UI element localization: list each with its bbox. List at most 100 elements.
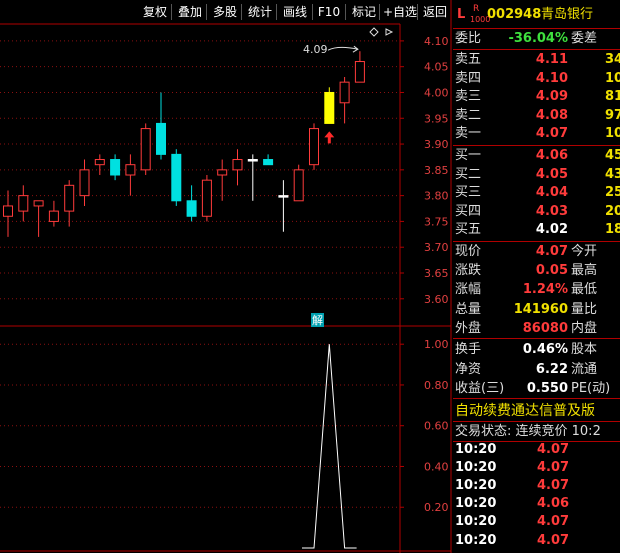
toolbar-btn-3[interactable]: 统计 [244, 2, 276, 22]
row-volume: 25 [605, 185, 620, 201]
order-diff-label: 委差 [571, 31, 598, 46]
candle-body [125, 164, 136, 176]
row-price: 4.05 [535, 166, 568, 182]
tick-row: 10:20 4.07 [453, 532, 620, 550]
row-value: 86080 [522, 320, 568, 336]
tick-price: 4.07 [537, 514, 570, 530]
candle-body [33, 200, 44, 207]
book-row: 买一 4.06 45 [453, 147, 620, 165]
book-row: 卖一 4.07 10 [453, 125, 620, 143]
row-label: 卖四 [455, 70, 482, 86]
tick-row: 10:20 4.07 [453, 441, 620, 459]
book-row: 卖四 4.10 102 [453, 70, 620, 88]
candle-body [293, 169, 304, 202]
row-price: 4.03 [535, 203, 568, 219]
row-label: 净资 [455, 361, 482, 377]
ind-axis-label: 0.80 [424, 379, 449, 392]
flag-l: L [457, 7, 466, 22]
ind-axis-label: 0.60 [424, 420, 449, 433]
row-volume: 97 [605, 107, 620, 123]
toolbar-btn-1[interactable]: 叠加 [174, 2, 206, 22]
toolbar-btn-8[interactable]: 返回 [420, 2, 450, 22]
candle-body [18, 195, 29, 212]
row-price: 4.09 [535, 89, 568, 105]
toolbar-separator [276, 4, 277, 20]
row-volume: 81 [605, 89, 620, 105]
price-axis-label: 4.05 [424, 61, 449, 74]
row-label2: 流通 [571, 361, 598, 377]
candle-body [3, 205, 13, 217]
tick-price: 4.07 [537, 460, 570, 476]
toolbar-btn-4[interactable]: 画线 [279, 2, 311, 22]
candle-body [110, 159, 121, 176]
chart-area[interactable]: 解 4.10 4.05 4.00 3.95 3.90 3.85 3.80 3.75 3.70 3.… [0, 0, 452, 553]
row-label: 买三 [455, 185, 482, 201]
order-ratio-value: -36.04% [508, 31, 568, 46]
price-axis-label: 4.10 [424, 35, 449, 48]
row-volume: 18 [605, 222, 620, 238]
row-price: 4.11 [535, 52, 568, 67]
price-axis-label: 3.65 [424, 267, 449, 280]
row-value: 141960 [513, 301, 568, 317]
ind-axis-label: 0.40 [424, 460, 449, 473]
promo-link[interactable]: 自动续费通达信普及版 [453, 402, 620, 420]
row-label2: 最低 [571, 282, 598, 298]
row-label: 买二 [455, 166, 482, 182]
order-ratio-row: 委比 -36.04% 委差 [453, 30, 620, 48]
buy-signal-arrow [324, 131, 335, 144]
toolbar-separator [379, 4, 380, 20]
row-label2: 内盘 [571, 320, 598, 336]
candle-body [201, 179, 212, 217]
toolbar-separator [345, 4, 346, 20]
candle-body [217, 169, 228, 176]
candle-body [354, 61, 365, 83]
row-value: 0.46% [522, 342, 568, 357]
tick-price: 4.07 [537, 478, 570, 494]
row-label: 卖一 [455, 126, 482, 142]
book-row: 卖二 4.08 97 [453, 107, 620, 125]
order-ratio-label: 委比 [455, 31, 482, 46]
row-volume: 20 [605, 203, 620, 219]
row-price: 4.06 [535, 148, 568, 163]
toolbar-btn-6[interactable]: 标记 [348, 2, 380, 22]
row-value: 6.22 [535, 361, 568, 377]
row-price: 4.08 [535, 107, 568, 123]
toolbar-separator [417, 4, 418, 20]
row-label2: 股本 [571, 342, 598, 357]
quote-row: 外盘 86080 内盘 [453, 320, 620, 338]
candle-body [309, 128, 319, 166]
quote-row: 换手 0.46% 股本 [453, 341, 620, 359]
tick-time: 10:20 [455, 460, 497, 476]
ind-axis-label: 0.20 [424, 501, 449, 514]
row-label: 总量 [455, 301, 482, 317]
quote-row: 总量 141960 量比 [453, 301, 620, 319]
quote-row: 净资 6.22 流通 [453, 361, 620, 379]
toolbar-btn-0[interactable]: 复权 [140, 2, 170, 22]
toolbar-btn-2[interactable]: 多股 [209, 2, 241, 22]
row-label: 换手 [455, 342, 482, 357]
row-label: 买一 [455, 148, 482, 163]
stock-code: 002948 [487, 7, 542, 22]
book-row: 买四 4.03 20 [453, 203, 620, 221]
row-label: 外盘 [455, 320, 482, 336]
row-label: 涨跌 [455, 263, 482, 279]
toolbar-btn-5[interactable]: F10 [315, 2, 343, 22]
promo-text[interactable]: 自动续费通达信普及版 [455, 402, 595, 420]
price-axis-label: 3.90 [424, 138, 449, 151]
row-price: 4.07 [535, 126, 568, 142]
marker-text: 解 [312, 313, 323, 327]
tick-price: 4.07 [537, 442, 570, 457]
candle-body [48, 210, 59, 222]
stock-header: L R 1000 002948 青岛银行 [453, 4, 620, 24]
row-label: 卖二 [455, 107, 482, 123]
candle-body [263, 159, 274, 166]
tick-row: 10:20 4.07 [453, 513, 620, 531]
tick-time: 10:20 [455, 532, 497, 548]
row-volume: 102 [605, 70, 620, 86]
candle-body [232, 159, 243, 171]
toolbar-btn-7[interactable]: +自选 [382, 2, 418, 22]
candle-body [339, 81, 350, 104]
tick-time: 10:20 [455, 514, 497, 530]
book-row: 买二 4.05 43 [453, 166, 620, 184]
candle-body [64, 184, 75, 212]
